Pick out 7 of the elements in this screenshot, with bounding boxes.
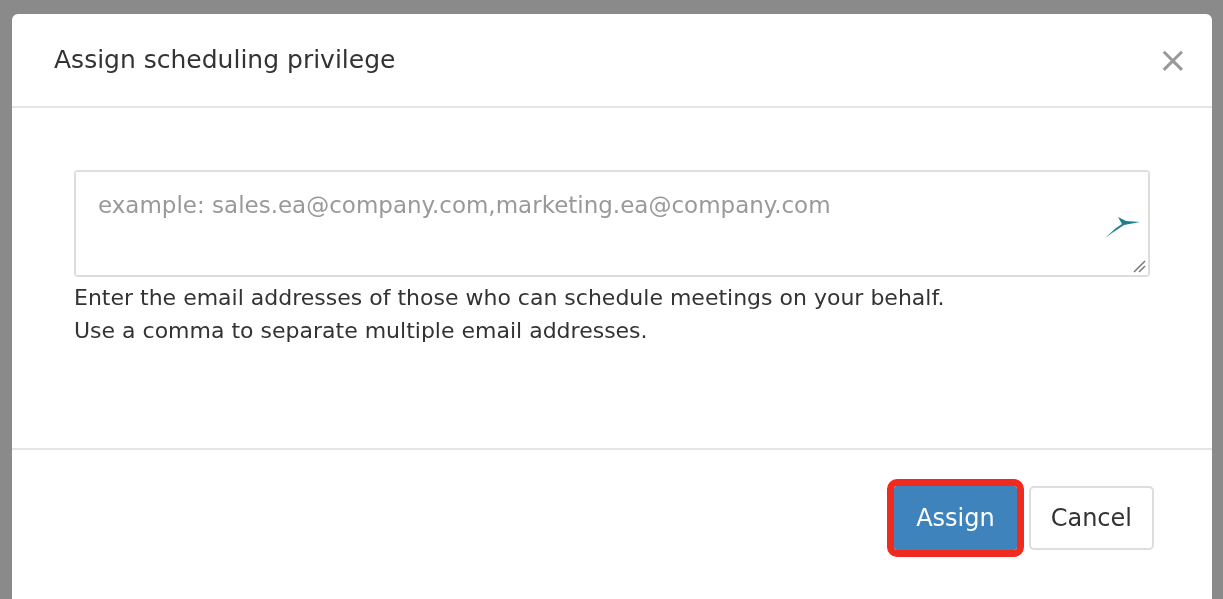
- email-field[interactable]: example: sales.ea@company.com,marketing.ea@company.com: [74, 170, 1150, 277]
- help-text: Enter the email addresses of those who can schedule meetings on your behalf.: [74, 284, 946, 312]
- dialog-title: Assign scheduling privilege: [54, 44, 396, 77]
- resize-grip-icon[interactable]: [1132, 259, 1146, 273]
- help-text: Use a comma to separate multiple email addresses.: [74, 317, 649, 345]
- cancel-button[interactable]: Cancel: [1028, 486, 1154, 550]
- close-button[interactable]: ×: [1153, 42, 1192, 78]
